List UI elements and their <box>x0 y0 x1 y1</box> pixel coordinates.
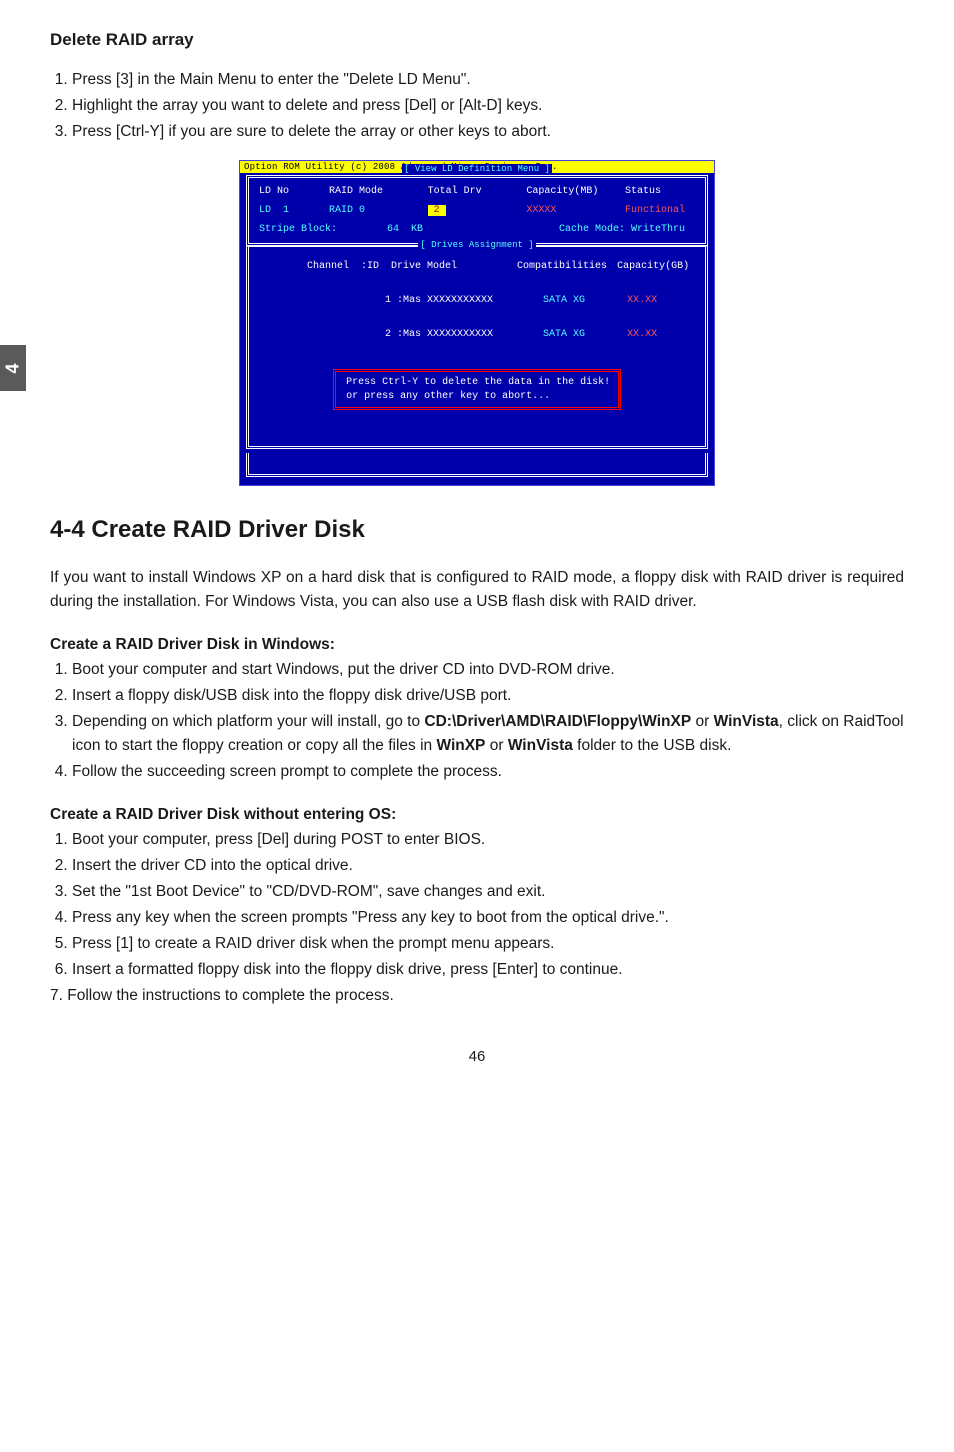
cw-step-1: Boot your computer and start Windows, pu… <box>72 658 904 682</box>
bios-hdr-status: Status <box>625 186 695 197</box>
bios-screenshot: Option ROM Utility (c) 2008 Advanced Mic… <box>239 160 715 486</box>
page-number: 46 <box>50 1048 904 1065</box>
cn-step-2: Insert the driver CD into the optical dr… <box>72 854 904 878</box>
delete-raid-steps: Press [3] in the Main Menu to enter the … <box>50 68 904 144</box>
cn-step-6: Insert a formatted floppy disk into the … <box>72 958 904 982</box>
cw3-post: folder to the USB disk. <box>573 737 732 754</box>
bios-totaldrv-val: 2 <box>428 205 527 216</box>
bios-raid0: RAID 0 <box>329 205 428 216</box>
create-raid-intro: If you want to install Windows XP on a h… <box>50 566 904 614</box>
bios-drive2-compat: SATA XG <box>543 329 585 340</box>
bios-stripe-val: 64 KB <box>337 224 453 235</box>
bios-popup-line1: Press Ctrl-Y to delete the data in the d… <box>346 377 610 388</box>
cw-step-4: Follow the succeeding screen prompt to c… <box>72 760 904 784</box>
create-raid-title: 4-4 Create RAID Driver Disk <box>50 516 904 544</box>
cw3-mid1: or <box>691 713 713 730</box>
cn-step-3: Set the "1st Boot Device" to "CD/DVD-ROM… <box>72 880 904 904</box>
bios-stripe-row: Stripe Block: 64 KB Cache Mode: WriteThr… <box>259 224 695 235</box>
delete-raid-heading: Delete RAID array <box>50 30 904 50</box>
bios-drives-hdr-c3: Capacity(GB) <box>617 261 689 272</box>
bios-band-label-1: [ View LD Definition Menu ] <box>249 164 705 174</box>
bios-band-text-2: [ Drives Assignment ] <box>418 240 535 250</box>
bios-cache-label: Cache Mode: <box>539 224 625 235</box>
cn-step-4: Press any key when the screen prompts "P… <box>72 906 904 930</box>
bios-cache-val: WriteThru <box>625 224 695 235</box>
bios-ld-data-row: LD 1 RAID 0 2 XXXXX Functional <box>259 205 695 216</box>
bios-stripe-label: Stripe Block: <box>259 224 337 235</box>
delete-step-2: Highlight the array you want to delete a… <box>72 94 904 118</box>
bios-status-band <box>246 453 708 477</box>
cn-step-7: 7. Follow the instructions to complete t… <box>50 984 904 1008</box>
bios-hdr-capacity: Capacity(MB) <box>526 186 625 197</box>
bios-status-val: Functional <box>625 205 695 216</box>
chapter-tab: 4 <box>0 345 26 391</box>
cw3-bold1: CD:\Driver\AMD\RAID\Floppy\WinXP <box>424 713 691 730</box>
bios-hdr-totaldrv: Total Drv <box>428 186 527 197</box>
delete-step-1: Press [3] in the Main Menu to enter the … <box>72 68 904 92</box>
bios-drive-row-2: 2 :Mas XXXXXXXXXXX SATA XG XX.XX <box>259 318 695 351</box>
bios-drive2-model: 2 :Mas XXXXXXXXXXX <box>307 329 493 340</box>
bios-drives-hdr-c2: Compatibilities <box>517 261 607 272</box>
cn-step-5: Press [1] to create a RAID driver disk w… <box>72 932 904 956</box>
bios-drive-row-1: 1 :Mas XXXXXXXXXXX SATA XG XX.XX <box>259 284 695 317</box>
cn-step-1: Boot your computer, press [Del] during P… <box>72 828 904 852</box>
bios-ld-header-row: LD No RAID Mode Total Drv Capacity(MB) S… <box>259 186 695 197</box>
bios-confirm-popup: Press Ctrl-Y to delete the data in the d… <box>333 369 621 410</box>
bios-popup-line2: or press any other key to abort... <box>346 391 550 402</box>
create-noos-subhead: Create a RAID Driver Disk without enteri… <box>50 806 904 824</box>
cw3-bold2: WinVista <box>714 713 779 730</box>
create-windows-subhead: Create a RAID Driver Disk in Windows: <box>50 636 904 654</box>
cw3-pre: Depending on which platform your will in… <box>72 713 424 730</box>
cw-step-2: Insert a floppy disk/USB disk into the f… <box>72 684 904 708</box>
bios-hdr-raidmode: RAID Mode <box>329 186 428 197</box>
chapter-tab-number: 4 <box>2 363 23 373</box>
bios-ld-box: [ View LD Definition Menu ] LD No RAID M… <box>246 175 708 246</box>
cw3-bold3: WinXP <box>436 737 485 754</box>
bios-hdr-ldno: LD No <box>259 186 329 197</box>
cw3-bold4: WinVista <box>508 737 573 754</box>
bios-drives-header: Channel :ID Drive Model Compatibilities Ca… <box>259 250 695 283</box>
bios-ld1: LD 1 <box>259 205 329 216</box>
bios-drive2-cap: XX.XX <box>627 329 657 340</box>
cw3-mid3: or <box>485 737 507 754</box>
bios-drive1-model: 1 :Mas XXXXXXXXXXX <box>307 295 493 306</box>
bios-band-text-1: [ View LD Definition Menu ] <box>402 164 552 174</box>
bios-band-label-2: [ Drives Assignment ] <box>259 240 695 250</box>
bios-capacity-val: XXXXX <box>526 205 625 216</box>
bios-drives-hdr-c1: Channel :ID Drive Model <box>307 261 457 272</box>
create-windows-steps: Boot your computer and start Windows, pu… <box>50 658 904 784</box>
bios-drives-box: [ Drives Assignment ] Channel :ID Drive … <box>246 246 708 449</box>
cw-step-3: Depending on which platform your will in… <box>72 710 904 758</box>
delete-step-3: Press [Ctrl-Y] if you are sure to delete… <box>72 120 904 144</box>
bios-selected-val: 2 <box>428 205 446 216</box>
create-noos-steps: Boot your computer, press [Del] during P… <box>50 828 904 982</box>
bios-drive1-cap: XX.XX <box>627 295 657 306</box>
bios-drive1-compat: SATA XG <box>543 295 585 306</box>
